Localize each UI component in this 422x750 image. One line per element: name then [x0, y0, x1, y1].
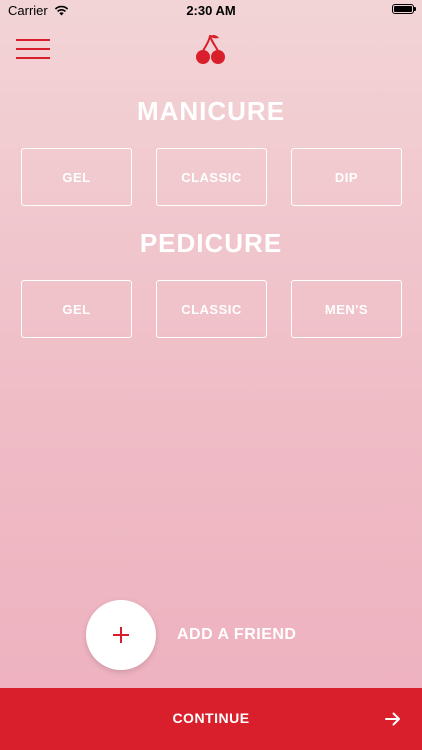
status-time: 2:30 AM [186, 3, 236, 18]
status-right [392, 4, 416, 14]
continue-button[interactable]: CONTINUE [0, 688, 422, 750]
arrow-right-icon [385, 712, 400, 726]
continue-label: CONTINUE [172, 710, 250, 726]
menu-line [16, 57, 50, 59]
menu-line [16, 39, 50, 41]
plus-icon [113, 627, 129, 643]
pedicure-option-mens[interactable]: MEN'S [291, 280, 402, 338]
cherry-logo-icon [196, 34, 225, 64]
pedicure-option-gel[interactable]: GEL [21, 280, 132, 338]
hamburger-menu-icon[interactable] [16, 36, 52, 62]
battery-icon [392, 4, 416, 14]
manicure-options: GEL CLASSIC DIP [21, 148, 402, 206]
status-bar: Carrier 2:30 AM [0, 0, 422, 22]
manicure-title: MANICURE [136, 96, 286, 126]
pedicure-option-classic[interactable]: CLASSIC [156, 280, 267, 338]
pedicure-title: PEDICURE [139, 228, 283, 258]
manicure-option-dip[interactable]: DIP [291, 148, 402, 206]
add-friend-button[interactable] [86, 600, 156, 670]
app-screen: Carrier 2:30 AM MANICURE GEL CLASSIC DIP [0, 0, 422, 750]
add-friend-label[interactable]: ADD A FRIEND [177, 626, 296, 644]
pedicure-options: GEL CLASSIC MEN'S [21, 280, 402, 338]
menu-line [16, 48, 50, 50]
manicure-option-classic[interactable]: CLASSIC [156, 148, 267, 206]
manicure-option-gel[interactable]: GEL [21, 148, 132, 206]
